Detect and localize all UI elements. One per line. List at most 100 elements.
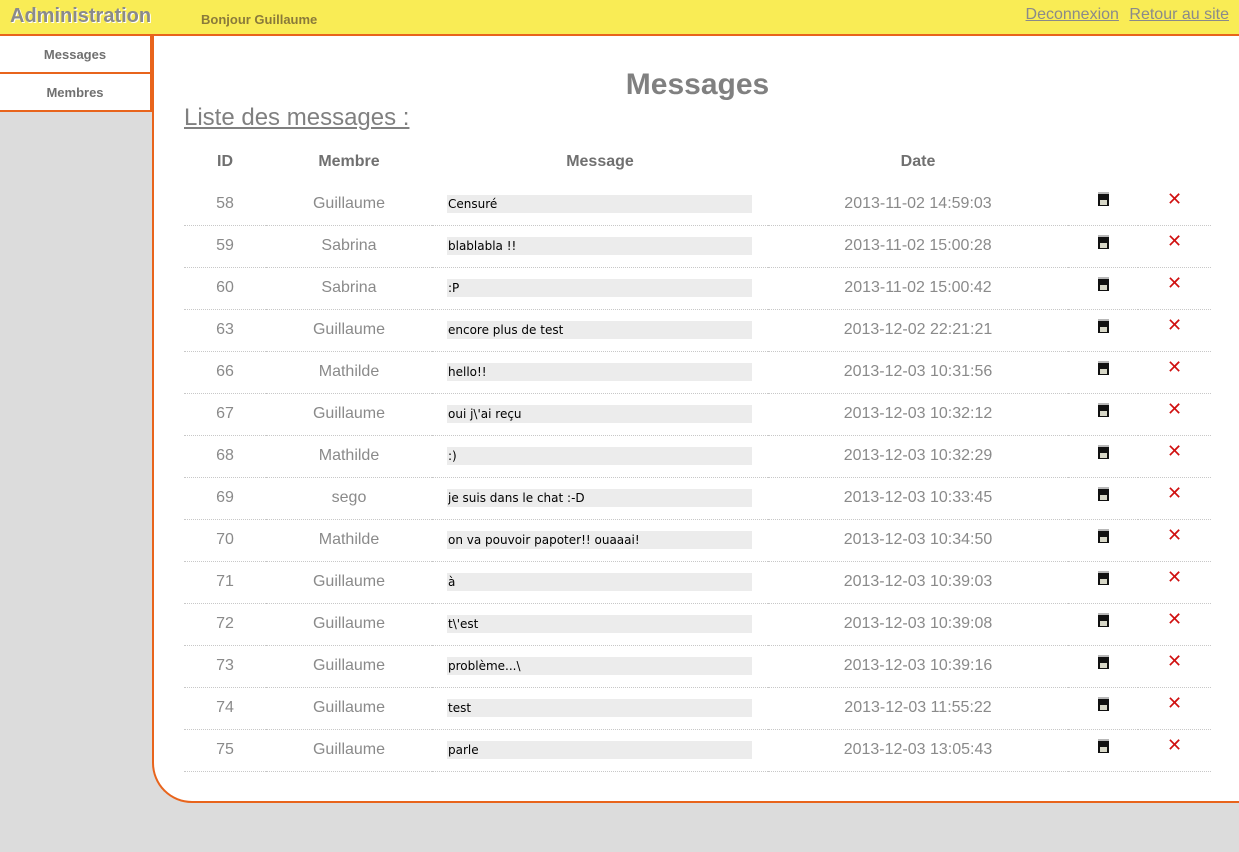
message-id: 59: [184, 225, 266, 268]
table-header-row: ID Membre Message Date: [184, 141, 1211, 183]
logout-link[interactable]: Deconnexion: [1026, 6, 1119, 23]
save-icon[interactable]: [1097, 738, 1109, 753]
message-cell: [432, 435, 768, 478]
sidebar-item-messages[interactable]: Messages: [0, 36, 152, 74]
message-text-field[interactable]: [447, 237, 752, 255]
message-text-field[interactable]: [447, 194, 752, 213]
save-icon[interactable]: [1097, 318, 1109, 333]
message-member: Guillaume: [266, 309, 432, 352]
save-icon[interactable]: [1097, 570, 1109, 585]
column-header-delete: [1138, 141, 1211, 183]
message-text-field[interactable]: [447, 531, 752, 549]
message-text-field[interactable]: [447, 279, 752, 297]
message-member: Mathilde: [266, 351, 432, 394]
message-text-field[interactable]: [447, 447, 752, 465]
message-member: Guillaume: [266, 729, 432, 772]
main-panel: Messages Liste des messages : ID Membre …: [152, 36, 1239, 803]
back-to-site-link[interactable]: Retour au site: [1129, 6, 1229, 23]
message-id: 66: [184, 351, 266, 394]
message-date: 2013-12-02 22:21:21: [768, 309, 1068, 352]
sidebar: Messages Membres: [0, 36, 152, 112]
message-text-field[interactable]: [447, 615, 752, 633]
delete-cell: ✕: [1138, 435, 1211, 478]
delete-cell: ✕: [1138, 603, 1211, 646]
table-row: 75Guillaume 2013-12-03 13:05:43 ✕: [184, 729, 1211, 772]
delete-x-icon[interactable]: ✕: [1167, 694, 1182, 712]
message-id: 63: [184, 309, 266, 352]
message-cell: [432, 477, 768, 520]
table-row: 73Guillaume 2013-12-03 10:39:16 ✕: [184, 645, 1211, 688]
delete-x-icon[interactable]: ✕: [1167, 736, 1182, 754]
delete-x-icon[interactable]: ✕: [1167, 526, 1182, 544]
delete-x-icon[interactable]: ✕: [1167, 274, 1182, 292]
edit-cell: [1068, 687, 1138, 730]
table-row: 72Guillaume 2013-12-03 10:39:08 ✕: [184, 603, 1211, 646]
message-text-field[interactable]: [447, 489, 752, 507]
message-member: Mathilde: [266, 435, 432, 478]
delete-cell: ✕: [1138, 687, 1211, 730]
message-text-field[interactable]: [447, 405, 752, 423]
delete-cell: ✕: [1138, 561, 1211, 604]
save-icon[interactable]: [1097, 486, 1109, 501]
delete-cell: ✕: [1138, 645, 1211, 688]
delete-x-icon[interactable]: ✕: [1167, 442, 1182, 460]
delete-x-icon[interactable]: ✕: [1167, 232, 1182, 250]
message-text-field[interactable]: [447, 321, 752, 339]
top-links: Deconnexion Retour au site: [1020, 6, 1229, 24]
message-member: Guillaume: [266, 645, 432, 688]
message-id: 74: [184, 687, 266, 730]
save-icon[interactable]: [1097, 192, 1109, 207]
message-cell: [432, 603, 768, 646]
save-icon[interactable]: [1097, 696, 1109, 711]
delete-x-icon[interactable]: ✕: [1167, 568, 1182, 586]
message-text-field[interactable]: [447, 741, 752, 759]
delete-x-icon[interactable]: ✕: [1167, 652, 1182, 670]
edit-cell: [1068, 225, 1138, 268]
column-header-id: ID: [217, 153, 233, 170]
message-date: 2013-12-03 10:39:03: [768, 561, 1068, 604]
message-id: 73: [184, 645, 266, 688]
message-cell: [432, 225, 768, 268]
delete-cell: ✕: [1138, 351, 1211, 394]
save-icon[interactable]: [1097, 444, 1109, 459]
save-icon[interactable]: [1097, 612, 1109, 627]
delete-x-icon[interactable]: ✕: [1167, 358, 1182, 376]
delete-x-icon[interactable]: ✕: [1167, 316, 1182, 334]
message-date: 2013-11-02 14:59:03: [768, 183, 1068, 226]
message-date: 2013-12-03 10:39:16: [768, 645, 1068, 688]
table-row: 63Guillaume 2013-12-02 22:21:21 ✕: [184, 309, 1211, 352]
message-id: 72: [184, 603, 266, 646]
delete-x-icon[interactable]: ✕: [1167, 190, 1182, 208]
delete-cell: ✕: [1138, 225, 1211, 268]
message-text-field[interactable]: [447, 699, 752, 717]
message-text-field[interactable]: [447, 573, 752, 591]
save-icon[interactable]: [1097, 276, 1109, 291]
message-text-field[interactable]: [447, 363, 752, 381]
edit-cell: [1068, 267, 1138, 310]
sidebar-item-membres[interactable]: Membres: [0, 74, 152, 112]
delete-x-icon[interactable]: ✕: [1167, 400, 1182, 418]
message-id: 75: [184, 729, 266, 772]
save-icon[interactable]: [1097, 360, 1109, 375]
message-member: Guillaume: [266, 183, 432, 226]
message-id: 67: [184, 393, 266, 436]
save-icon[interactable]: [1097, 234, 1109, 249]
message-cell: [432, 393, 768, 436]
delete-cell: ✕: [1138, 183, 1211, 226]
delete-x-icon[interactable]: ✕: [1167, 484, 1182, 502]
delete-cell: ✕: [1138, 267, 1211, 310]
table-row: 69sego 2013-12-03 10:33:45 ✕: [184, 477, 1211, 520]
delete-cell: ✕: [1138, 393, 1211, 436]
save-icon[interactable]: [1097, 402, 1109, 417]
table-row: 71Guillaume 2013-12-03 10:39:03 ✕: [184, 561, 1211, 604]
message-date: 2013-12-03 11:55:22: [768, 687, 1068, 730]
delete-cell: ✕: [1138, 309, 1211, 352]
save-icon[interactable]: [1097, 654, 1109, 669]
message-text-field[interactable]: [447, 657, 752, 675]
delete-x-icon[interactable]: ✕: [1167, 610, 1182, 628]
table-row: 67Guillaume 2013-12-03 10:32:12 ✕: [184, 393, 1211, 436]
message-member: Guillaume: [266, 603, 432, 646]
table-row: 66Mathilde 2013-12-03 10:31:56 ✕: [184, 351, 1211, 394]
save-icon[interactable]: [1097, 528, 1109, 543]
message-cell: [432, 645, 768, 688]
